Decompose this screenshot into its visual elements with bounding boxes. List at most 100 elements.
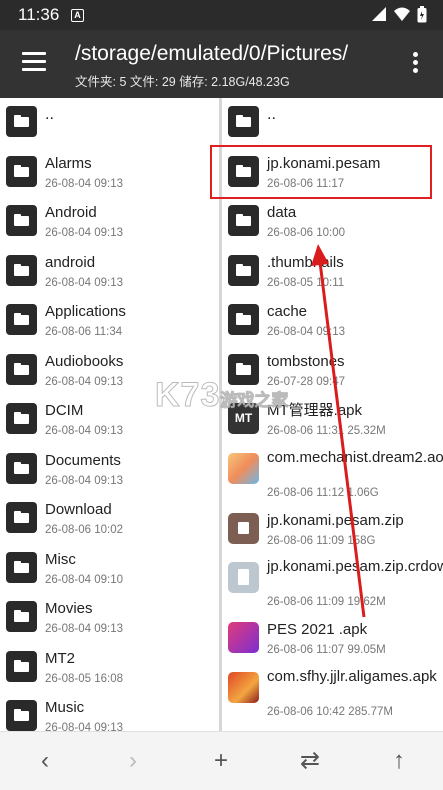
file-list-item[interactable]: Music 26-08-04 09:13 [0, 692, 219, 731]
file-name: Alarms [45, 154, 92, 172]
pes-app-icon [228, 622, 259, 653]
file-meta: 26-08-04 09:13 [45, 474, 124, 487]
folder-icon [6, 106, 37, 137]
file-meta: 26-08-06 11:31 25.32M [267, 425, 386, 437]
folder-icon [6, 205, 37, 236]
clock: 11:36 [18, 5, 60, 24]
sfhy-app-icon [228, 671, 259, 703]
document-icon [228, 562, 259, 593]
folder-icon [228, 254, 259, 286]
file-meta: 26-08-04 09:10 [45, 573, 124, 586]
file-meta: 26-08-04 09:13 [45, 227, 124, 239]
file-list-item[interactable]: data 26-08-06 10:00 [222, 197, 443, 247]
file-list-item[interactable]: cache 26-08-04 09:13 [222, 296, 443, 346]
file-name: jp.konami.pesam.zip.crdownload [267, 558, 443, 575]
file-name: Documents [45, 451, 121, 469]
system-icons [371, 6, 427, 23]
file-name: Android [45, 204, 97, 221]
watermark-sub: 游戏之家 [220, 391, 289, 411]
file-list-item[interactable]: jp.konami.pesam.zip.crdownload 26-08-06 1… [222, 554, 443, 614]
file-list-item[interactable]: Misc 26-08-04 09:10 [0, 544, 219, 594]
file-list-item[interactable]: MT2 26-08-05 16:08 [0, 643, 219, 693]
file-name: Misc [45, 550, 76, 568]
file-name: com.sfhy.jjlr.aligames.apk [267, 667, 437, 685]
toolbar: /storage/emulated/0/Pictures/ 文件夹: 5 文件:… [0, 30, 443, 98]
file-meta: 26-08-04 09:13 [45, 375, 124, 388]
file-list-item[interactable]: com.sfhy.jjlr.aligames.apk 26-08-06 10:42… [222, 664, 443, 724]
folder-icon [6, 304, 37, 335]
signal-icon [372, 7, 386, 21]
folder-icon [228, 304, 259, 335]
up-directory-icon[interactable]: ↑ [386, 748, 412, 774]
add-icon[interactable]: + [208, 748, 234, 774]
zip-icon [228, 512, 259, 544]
parent-label: .. [45, 106, 54, 123]
file-list-item[interactable]: Download 26-08-06 10:02 [0, 494, 219, 544]
forward-icon[interactable]: › [120, 748, 146, 774]
watermark: K73游戏之家 [154, 376, 289, 415]
status-bar: 11:36 A [0, 0, 443, 30]
file-name: Applications [45, 303, 126, 320]
file-name: Audiobooks [45, 352, 124, 370]
menu-icon[interactable] [22, 52, 46, 72]
folder-icon [6, 452, 37, 484]
file-meta: 26-08-06 11:12 1.06G [267, 486, 379, 499]
file-name: .thumbnails [267, 253, 344, 271]
file-meta: 26-08-06 10:00 [267, 227, 346, 239]
file-list-item[interactable]: Alarms 26-08-04 09:13 [0, 148, 219, 198]
file-list-item[interactable]: Applications 26-08-06 11:34 [0, 296, 219, 346]
parent-label: .. [267, 106, 276, 123]
file-meta: 26-08-04 09:13 [45, 722, 124, 731]
file-meta: 26-08-04 09:13 [45, 425, 124, 437]
file-name: PES 2021 .apk [267, 621, 368, 638]
file-name: android [45, 253, 96, 271]
wifi-icon [394, 7, 410, 21]
file-list-item[interactable]: .thumbnails 26-08-05 10:11 [222, 247, 443, 297]
file-name: Download [45, 501, 112, 518]
file-meta: 26-08-05 16:08 [45, 672, 124, 685]
notification-a-icon: A [71, 9, 84, 22]
file-name: cache [267, 303, 308, 320]
folder-icon [6, 700, 37, 731]
swap-panes-icon[interactable]: ⇄ [297, 748, 323, 774]
file-list-item[interactable]: Android 26-08-04 09:13 [0, 197, 219, 247]
highlight-box [210, 145, 432, 199]
file-meta: 26-08-04 09:13 [267, 326, 346, 338]
folder-icon [228, 106, 259, 137]
folder-icon [6, 601, 37, 632]
folder-icon [228, 205, 259, 236]
file-name: tombstones [267, 352, 345, 370]
file-list-item[interactable]: Movies 26-08-04 09:13 [0, 593, 219, 643]
file-meta: 26-08-06 10:02 [45, 524, 124, 536]
file-meta: 26-08-06 11:09 158G [267, 534, 376, 547]
folder-icon [6, 551, 37, 583]
bottom-bar: ‹ › + ⇄ ↑ [0, 731, 443, 790]
file-name: jp.konami.pesam.zip [267, 511, 404, 529]
file-name: Movies [45, 600, 93, 617]
file-list-item[interactable]: PES 2021 .apk 26-08-06 11:07 99.05M [222, 614, 443, 664]
file-list-item[interactable]: jp.konami.pesam.zip 26-08-06 11:09 158G [222, 505, 443, 555]
file-meta: 26-08-04 09:13 [45, 623, 124, 635]
more-options-icon[interactable] [413, 52, 419, 76]
folder-icon [6, 353, 37, 385]
file-meta: 26-08-04 09:13 [45, 276, 124, 289]
file-meta: 26-08-06 10:42 285.77M [267, 705, 393, 718]
folder-icon [6, 650, 37, 682]
file-name: Music [45, 699, 85, 716]
folder-icon [6, 403, 37, 434]
watermark-main: K73 [154, 376, 221, 415]
left-parent-directory[interactable]: .. [0, 98, 219, 148]
back-icon[interactable]: ‹ [32, 748, 58, 774]
file-meta: 26-08-06 11:34 [45, 326, 123, 338]
file-meta: 26-08-06 11:09 19.62M [267, 596, 386, 608]
folder-icon [6, 254, 37, 286]
file-meta: 26-08-04 09:13 [45, 177, 124, 190]
file-name: com.mechanist.dream2.aos.cn.aligames.apk [267, 448, 443, 466]
path-title[interactable]: /storage/emulated/0/Pictures/ [75, 42, 348, 66]
right-parent-directory[interactable]: .. [222, 98, 443, 148]
file-name: MT2 [45, 649, 75, 667]
game-app-icon [228, 452, 259, 484]
file-list-item[interactable]: Documents 26-08-04 09:13 [0, 445, 219, 495]
file-list-item[interactable]: android 26-08-04 09:13 [0, 247, 219, 297]
file-list-item[interactable]: com.mechanist.dream2.aos.cn.aligames.apk… [222, 445, 443, 505]
